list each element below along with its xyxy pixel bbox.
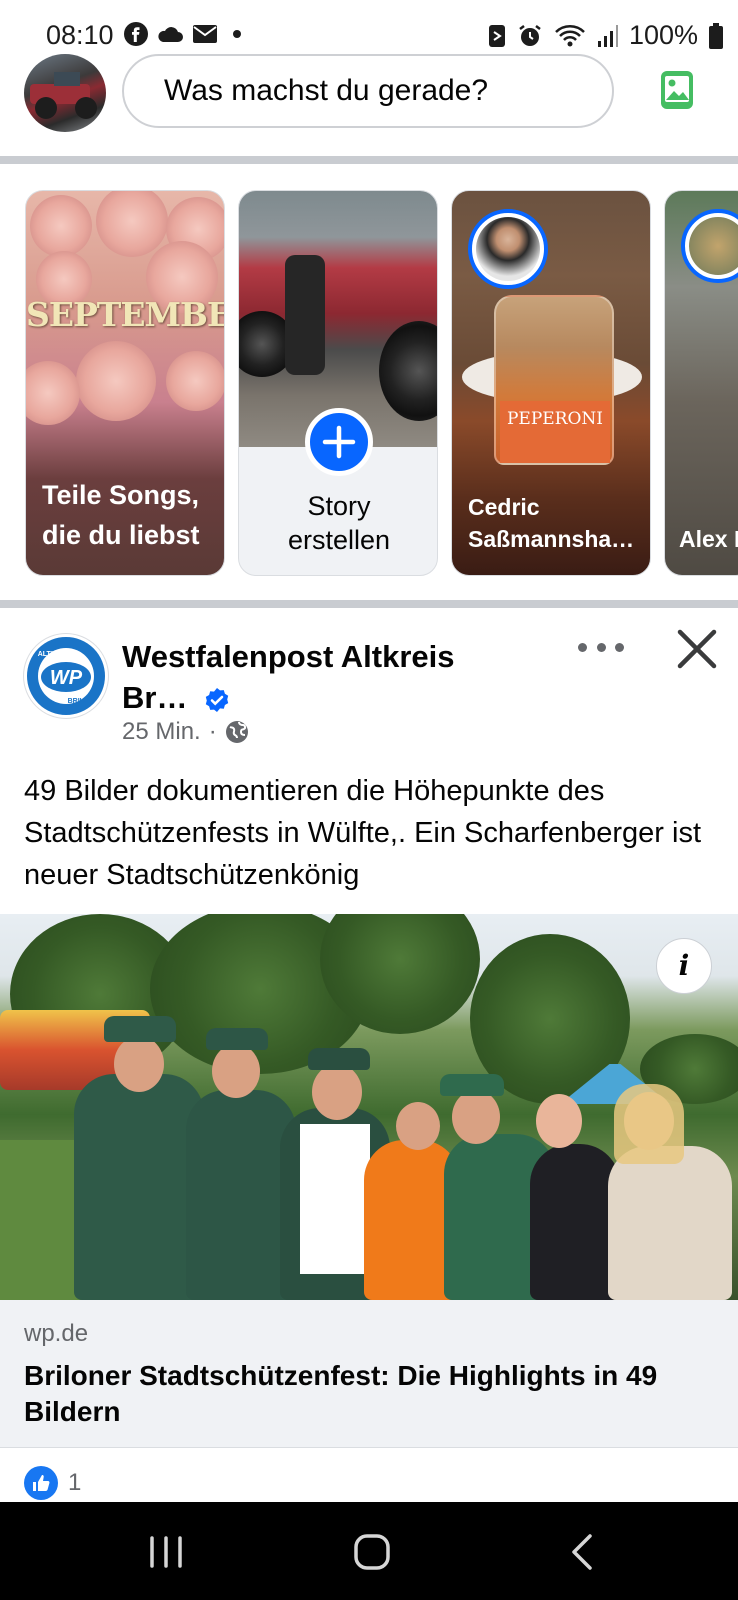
person-head <box>212 1044 260 1098</box>
story-avatar <box>468 209 548 289</box>
plus-icon[interactable] <box>305 408 373 476</box>
meta-separator: · <box>208 718 217 745</box>
reactions-summary[interactable]: 1 <box>24 1466 81 1500</box>
facebook-icon <box>124 22 148 46</box>
shirt-image <box>300 1124 370 1274</box>
person-head <box>452 1090 500 1144</box>
info-button[interactable]: i <box>656 938 712 994</box>
link-title: Briloner Stadtschützenfest: Die Highligh… <box>24 1360 658 1427</box>
status-icons-right: 100% <box>487 20 724 51</box>
whats-on-your-mind-input[interactable]: Was machst du gerade? <box>122 54 614 128</box>
person-figure <box>74 1074 204 1300</box>
photo-icon[interactable] <box>660 70 694 110</box>
create-story-label: Story erstellen <box>287 491 391 555</box>
page-name-line1: Westfalenpost Altkreis <box>122 639 455 674</box>
story-label: Cedric Saßmannsha… <box>468 494 635 552</box>
link-domain: wp.de <box>24 1320 89 1347</box>
post-image[interactable]: i <box>0 914 738 1300</box>
flower-decoration <box>30 195 92 257</box>
logo-ring-bottom: BRILON <box>68 698 95 705</box>
battery-percent: 100% <box>628 20 698 50</box>
hair-image <box>614 1084 684 1164</box>
section-divider <box>0 600 738 608</box>
home-icon[interactable] <box>342 1530 402 1574</box>
cloud-icon <box>158 27 183 42</box>
profile-avatar[interactable] <box>24 54 106 132</box>
nfc-icon <box>488 24 505 47</box>
page-avatar[interactable]: WP ALTKREIS BRILON <box>24 634 108 718</box>
story-label: Teile Songs, die du liebst <box>42 480 200 550</box>
alarm-icon <box>519 24 541 46</box>
section-divider <box>0 156 738 164</box>
recent-apps-icon[interactable] <box>136 1530 196 1574</box>
post-text: 49 Bilder dokumentieren die Höhepunkte d… <box>24 775 701 891</box>
globe-icon <box>225 721 248 743</box>
story-headline: SEPTEMBER <box>26 295 224 334</box>
person-silhouette <box>285 255 325 375</box>
status-time: 08:10 <box>46 20 114 50</box>
hat-image <box>308 1048 370 1070</box>
mail-icon <box>193 25 217 43</box>
like-icon <box>24 1466 58 1500</box>
flower-decoration <box>76 341 156 421</box>
link-preview-card[interactable]: wp.de Briloner Stadtschützenfest: Die Hi… <box>0 1300 738 1448</box>
story-card-alex[interactable]: Alex Lede <box>664 190 738 576</box>
dot <box>596 642 606 652</box>
post-time[interactable]: 25 Min. <box>122 718 201 746</box>
logo-text: WP <box>50 667 83 689</box>
flower-decoration <box>26 361 80 425</box>
stories-tray: SEPTEMBER Teile Songs, die du liebst Sto… <box>0 164 738 600</box>
system-navigation-bar <box>0 1502 738 1600</box>
post-composer: Was machst du gerade? <box>0 54 738 156</box>
more-options-button[interactable] <box>578 632 624 662</box>
tire-image <box>379 321 437 421</box>
close-icon[interactable] <box>674 626 720 672</box>
dot <box>578 642 587 652</box>
page-name-line2: Br… <box>122 680 188 715</box>
create-story-card[interactable]: Story erstellen <box>238 190 438 576</box>
jar-label: PEPERONI <box>500 401 610 463</box>
signal-icon <box>597 24 618 47</box>
story-card-cedric[interactable]: PEPERONI Cedric Saßmannsha… <box>451 190 651 576</box>
battery-icon <box>709 22 723 49</box>
back-icon[interactable] <box>554 1530 614 1574</box>
post-meta: 25 Min. · <box>122 718 249 746</box>
person-head <box>396 1102 440 1150</box>
logo-ring-top: ALTKREIS <box>38 651 73 658</box>
hat-image <box>104 1016 176 1042</box>
hat-image <box>206 1028 268 1050</box>
person-figure <box>530 1144 620 1300</box>
story-label: Alex Lede <box>679 526 738 552</box>
dot <box>615 642 624 652</box>
story-card-music[interactable]: SEPTEMBER Teile Songs, die du liebst <box>25 190 225 576</box>
status-bar: 08:10 100% <box>0 0 738 60</box>
post-header: WP ALTKREIS BRILON Westfalenpost Altkrei… <box>0 612 738 762</box>
wifi-icon <box>555 24 585 46</box>
story-avatar <box>681 209 738 283</box>
person-figure <box>608 1146 732 1300</box>
flower-decoration <box>96 191 168 257</box>
person-head <box>536 1094 582 1148</box>
status-icons-left <box>124 22 248 46</box>
flower-decoration <box>166 351 224 411</box>
person-head <box>114 1036 164 1092</box>
person-head <box>312 1064 362 1120</box>
verified-badge-icon <box>205 687 229 712</box>
dot-icon <box>233 30 241 38</box>
hat-image <box>440 1074 504 1096</box>
reaction-count: 1 <box>68 1469 82 1496</box>
page-name[interactable]: Westfalenpost Altkreis Br… <box>122 636 542 718</box>
